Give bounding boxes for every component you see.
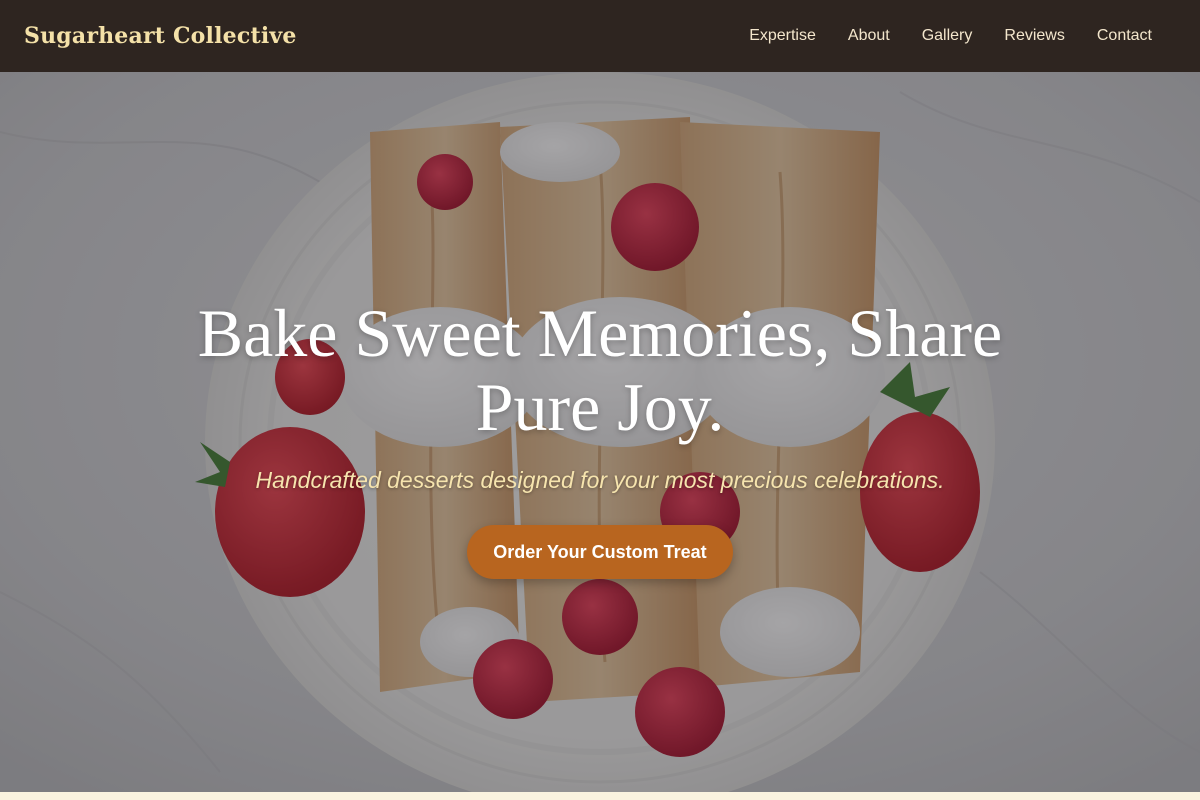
- nav-link-expertise[interactable]: Expertise: [749, 27, 816, 45]
- hero-title: Bake Sweet Memories, Share Pure Joy.: [197, 295, 1003, 445]
- top-navbar: Sugarheart Collective Expertise About Ga…: [0, 0, 1200, 72]
- nav-link-contact[interactable]: Contact: [1097, 27, 1152, 45]
- order-custom-treat-button[interactable]: Order Your Custom Treat: [467, 525, 733, 579]
- main-nav: Expertise About Gallery Reviews Contact: [717, 27, 1152, 45]
- hero-section: Bake Sweet Memories, Share Pure Joy. Han…: [0, 72, 1200, 792]
- nav-link-about[interactable]: About: [848, 27, 890, 45]
- brand-logo-link[interactable]: Sugarheart Collective: [24, 23, 297, 49]
- nav-link-gallery[interactable]: Gallery: [922, 27, 973, 45]
- next-section-edge: [0, 792, 1200, 800]
- hero-subtitle: Handcrafted desserts designed for your m…: [255, 467, 945, 493]
- hero-content: Bake Sweet Memories, Share Pure Joy. Han…: [0, 72, 1200, 792]
- nav-link-reviews[interactable]: Reviews: [1004, 27, 1064, 45]
